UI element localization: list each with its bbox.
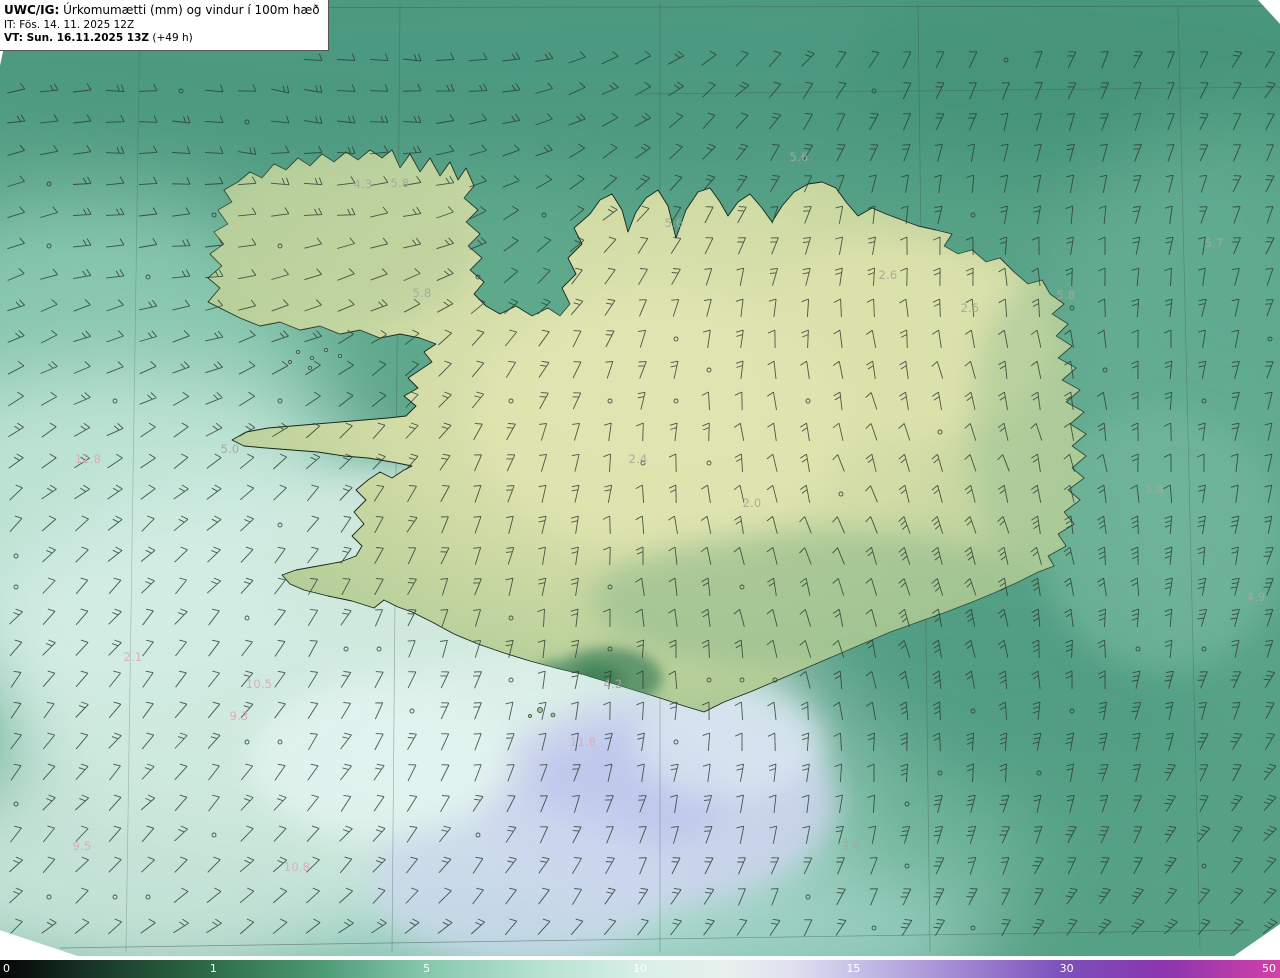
valid-time: VT: Sun. 16.11.2025 13Z [4, 32, 150, 45]
map-title: Úrkomumætti (mm) og vindur í 100m hæð [59, 3, 320, 17]
colorbar-tick: 50 [1262, 962, 1276, 975]
valid-time-offset: (+49 h) [149, 32, 193, 45]
weather-map-stage: 4.3 5.8 5.6 5.6 2.6 2.5 5.8 5.7 5.8 5.0 2.4 2.0 5.8 4… [0, 0, 1280, 978]
precipitation-wind-map: 4.3 5.8 5.6 5.6 2.6 2.5 5.8 5.7 5.8 5.0 2.4 2.0 5.8 4… [0, 0, 1280, 960]
init-time: IT: Fös. 14. 11. 2025 12Z [4, 18, 135, 31]
colorbar-tick: 30 [1059, 962, 1074, 975]
precipitation-colorbar: 0 1 5 10 15 30 50 [0, 960, 1280, 978]
colorbar-tick: 1 [209, 962, 217, 975]
model-name: UWC/IG: [4, 3, 60, 17]
colorbar-tick: 15 [846, 962, 861, 975]
map-svg [0, 0, 1280, 956]
colorbar-tick: 5 [423, 962, 431, 975]
valid-time-line: VT: Sun. 16.11.2025 13Z (+49 h) [4, 32, 320, 46]
map-title-line: UWC/IG: Úrkomumætti (mm) og vindur í 100… [4, 3, 320, 19]
colorbar-tick-labels: 0 1 5 10 15 30 50 [0, 960, 1280, 978]
title-legend-box: UWC/IG: Úrkomumætti (mm) og vindur í 100… [0, 0, 329, 51]
colorbar-tick: 10 [633, 962, 647, 975]
colorbar-tick: 0 [3, 962, 10, 975]
